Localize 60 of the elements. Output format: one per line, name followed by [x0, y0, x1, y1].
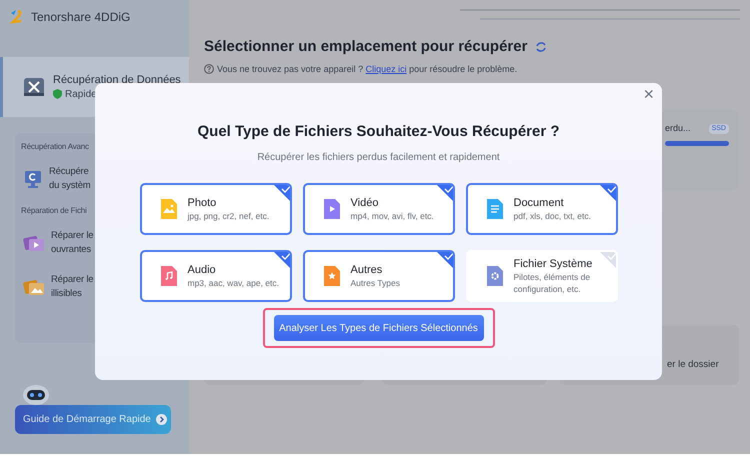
page-title: Sélectionner un emplacement pour récupérer — [204, 37, 528, 57]
refresh-icon — [535, 41, 548, 54]
file-type-name: Autres — [350, 262, 384, 276]
monitor-icon — [23, 169, 43, 189]
drive-name: erdu... — [665, 122, 691, 135]
file-type-card[interactable]: Fichier Système Pilotes, éléments de configuration, etc. — [466, 250, 618, 302]
section-heading: Récupération Avanc — [21, 141, 90, 153]
file-type-name: Vidéo — [350, 196, 380, 210]
image-file-icon — [158, 198, 178, 220]
image-stack-icon — [23, 233, 45, 253]
file-type-description: mp3, aac, wav, ape, etc. — [188, 276, 280, 288]
chevron-icon — [156, 414, 167, 425]
check-corner-icon — [434, 252, 452, 270]
check-corner-icon — [272, 252, 290, 270]
check-corner-icon — [272, 184, 290, 202]
file-type-description: mp4, mov, avi, flv, etc. — [350, 210, 435, 222]
file-type-card[interactable]: Vidéo mp4, mov, avi, flv, etc. — [302, 182, 454, 234]
item-subtitle: Rapide — [65, 88, 97, 102]
item-label: illisibles — [51, 287, 83, 301]
file-type-card[interactable]: Document pdf, xls, doc, txt, etc. — [466, 182, 618, 234]
scan-button[interactable]: Analyser Les Types de Fichiers Sélectionnés — [274, 315, 484, 341]
help-icon — [204, 64, 214, 74]
file-type-name: Audio — [188, 262, 217, 276]
toolbox-icon — [23, 76, 45, 98]
item-label: Réparer le — [51, 273, 94, 287]
check-corner-icon — [434, 184, 452, 202]
card-text: er le dossier — [667, 359, 719, 370]
file-type-description: jpg, png, cr2, nef, etc. — [188, 210, 270, 222]
file-type-description: Pilotes, éléments de configuration, etc. — [514, 270, 592, 294]
gear-file-icon — [484, 264, 504, 286]
check-corner-icon — [598, 252, 616, 270]
item-label: Réparer le — [51, 229, 94, 243]
check-corner-icon — [598, 184, 616, 202]
item-label: du systèm — [49, 179, 90, 193]
image-stack-icon — [23, 277, 45, 297]
music-file-icon — [158, 264, 178, 286]
app-title: Tenorshare 4DDiG — [31, 9, 130, 26]
shield-icon — [53, 89, 62, 99]
play-file-icon — [322, 198, 342, 220]
file-type-name: Document — [514, 196, 565, 210]
help-link[interactable]: Cliquez ici — [366, 64, 407, 74]
section-heading: Réparation de Fichi — [21, 205, 88, 217]
item-label: ouvrantes — [51, 243, 92, 257]
file-type-name: Fichier Système — [514, 256, 594, 270]
file-type-description: Autres Types — [350, 276, 401, 288]
document-icon — [484, 198, 504, 220]
file-type-name: Photo — [188, 196, 218, 210]
file-type-card[interactable]: Audio mp3, aac, wav, ape, etc. — [140, 250, 292, 302]
star-file-icon — [322, 264, 342, 286]
guide-button[interactable]: Guide de Démarrage Rapide — [15, 405, 171, 434]
file-type-card[interactable]: Photo jpg, png, cr2, nef, etc. — [140, 182, 292, 234]
file-type-card[interactable]: Autres Autres Types — [302, 250, 454, 302]
file-type-description: pdf, xls, doc, txt, etc. — [514, 210, 592, 222]
robot-icon — [21, 383, 51, 405]
dialog-title: Quel Type de Fichiers Souhaitez-Vous Récupérer ? — [197, 122, 560, 142]
close-button[interactable]: × — [643, 85, 654, 103]
dialog-subtitle: Récupérer les fichiers perdus facilement et rapidement — [257, 150, 500, 164]
item-label: Récupére — [49, 165, 90, 179]
item-title: Récupération de Données — [53, 72, 181, 86]
help-text: Vous ne trouvez pas votre appareil ? Cliquez ici pour résoudre le problème. — [217, 62, 518, 76]
